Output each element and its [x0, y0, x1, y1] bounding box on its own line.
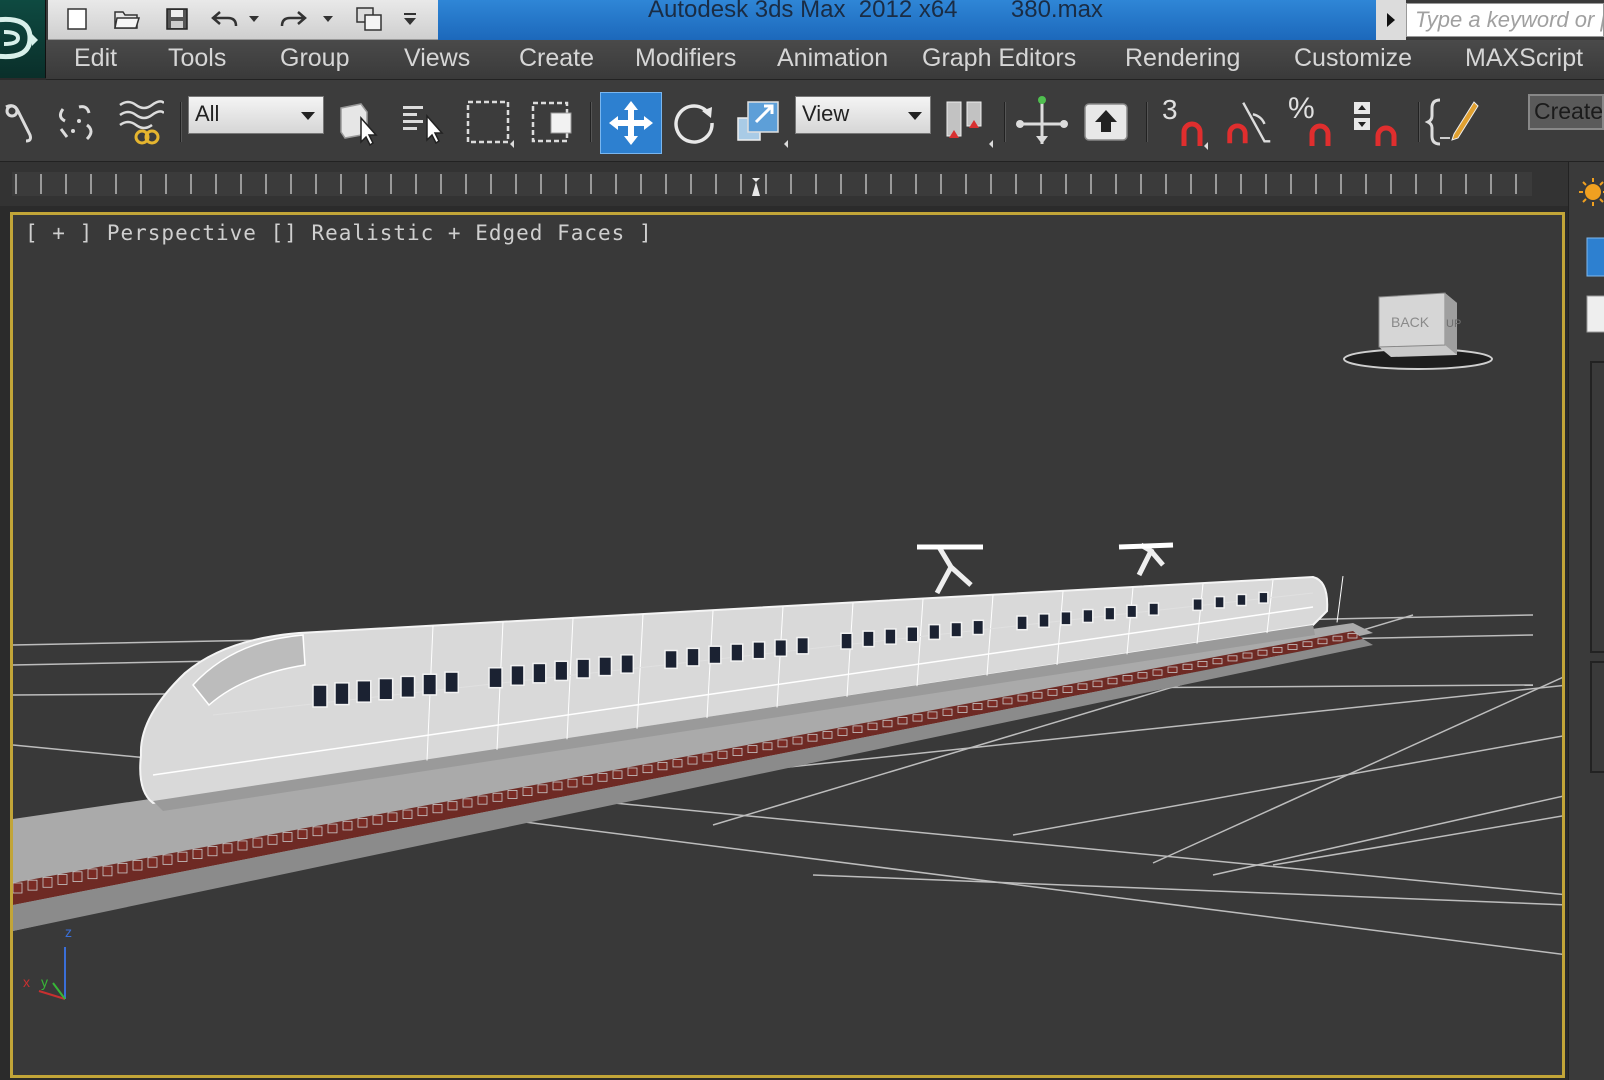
menu-views[interactable]: Views	[404, 44, 470, 73]
viewcube-up-face[interactable]: UP	[1446, 318, 1461, 330]
menu-tools[interactable]: Tools	[168, 44, 226, 73]
toolbar-separator	[1418, 102, 1420, 142]
command-panel	[1568, 162, 1604, 1080]
toolbar-separator	[180, 102, 182, 142]
create-tab[interactable]	[1586, 237, 1604, 277]
undo-dropdown-icon[interactable]	[244, 4, 264, 34]
open-folder-icon[interactable]	[112, 4, 142, 34]
axis-z-label: z	[65, 924, 72, 940]
select-object-icon[interactable]	[330, 92, 386, 152]
chevron-down-icon	[908, 112, 922, 120]
toolbar-separator	[1146, 102, 1148, 142]
menu-bar: Edit Tools Group Views Create Modifiers …	[46, 40, 1604, 80]
menu-edit[interactable]: Edit	[74, 44, 117, 73]
menu-modifiers[interactable]: Modifiers	[635, 44, 736, 73]
category-field[interactable]	[1586, 295, 1604, 333]
time-slider[interactable]	[0, 162, 1604, 206]
use-pivot-center-icon[interactable]	[940, 92, 996, 152]
new-file-icon[interactable]	[62, 4, 92, 34]
application-button[interactable]	[0, 0, 46, 78]
axis-tripod: z x y	[23, 924, 72, 1000]
rollout-panel-lower	[1590, 661, 1604, 773]
axis-x-label: x	[23, 974, 30, 990]
selection-filter-value: All	[195, 101, 220, 126]
snap-value-label: 3	[1162, 94, 1178, 125]
redo-icon[interactable]	[278, 4, 308, 34]
redo-dropdown-icon[interactable]	[318, 4, 338, 34]
select-and-scale-icon[interactable]	[734, 92, 790, 152]
search-field[interactable]	[1406, 3, 1604, 37]
quick-access-toolbar	[48, 0, 438, 40]
project-folder-icon[interactable]	[354, 4, 384, 34]
toolbar-separator	[590, 102, 592, 142]
select-and-move-icon[interactable]	[600, 92, 662, 154]
select-and-link-icon[interactable]	[0, 92, 48, 152]
undo-icon[interactable]	[210, 4, 240, 34]
select-by-name-icon[interactable]	[394, 92, 450, 152]
select-and-rotate-icon[interactable]	[666, 92, 722, 152]
viewcube-back-face[interactable]: BACK	[1391, 314, 1430, 330]
sun-icon[interactable]	[1579, 178, 1604, 206]
create-selection-set-label: Create	[1534, 98, 1604, 124]
axis-y-label: y	[41, 974, 48, 990]
main-toolbar: All View 3 % Create	[0, 80, 1604, 162]
selection-filter-dropdown[interactable]: All	[188, 96, 324, 134]
save-icon[interactable]	[162, 4, 192, 34]
angle-snap-toggle-icon[interactable]	[1222, 92, 1278, 152]
viewport-label-menu[interactable]: [ + ] Perspective [] Realistic + Edged F…	[25, 221, 653, 245]
title-bar: Autodesk 3ds Max 2012 x64 380.max	[0, 0, 1604, 40]
select-and-manipulate-icon[interactable]	[1014, 92, 1070, 152]
menu-maxscript[interactable]: MAXScript	[1465, 44, 1604, 73]
keyboard-shortcut-override-icon[interactable]	[1078, 92, 1134, 152]
window-title-area: Autodesk 3ds Max 2012 x64 380.max	[438, 0, 1376, 40]
viewport-scene[interactable]: BACK UP z x y	[13, 215, 1565, 1078]
time-ruler[interactable]	[12, 172, 1532, 196]
create-selection-set-field[interactable]: Create	[1528, 94, 1604, 130]
menu-graph-editors[interactable]: Graph Editors	[922, 44, 1076, 73]
window-title: Autodesk 3ds Max 2012 x64 380.max	[648, 0, 1103, 23]
menu-create[interactable]: Create	[519, 44, 594, 73]
reference-coordinate-value: View	[802, 101, 850, 126]
percent-snap-toggle-icon[interactable]: %	[1284, 92, 1340, 152]
spinner-snap-toggle-icon[interactable]	[1346, 92, 1402, 152]
window-crossing-icon[interactable]	[524, 92, 580, 152]
rollout-panel	[1590, 361, 1604, 653]
menu-group[interactable]: Group	[280, 44, 349, 73]
chevron-down-icon	[301, 112, 315, 120]
viewcube[interactable]: BACK UP	[1343, 292, 1493, 370]
menu-animation[interactable]: Animation	[777, 44, 888, 73]
search-input[interactable]	[1407, 4, 1603, 36]
perspective-viewport[interactable]: BACK UP z x y [ + ] Perspective [] Reali…	[10, 212, 1565, 1078]
menu-rendering[interactable]: Rendering	[1125, 44, 1240, 73]
3ds-max-logo-icon	[0, 16, 38, 60]
unlink-selection-icon[interactable]	[48, 92, 104, 152]
reference-coordinate-dropdown[interactable]: View	[795, 96, 931, 134]
info-center-arrow-icon[interactable]	[1376, 0, 1406, 40]
rectangular-selection-icon[interactable]	[460, 92, 516, 152]
menu-customize[interactable]: Customize	[1294, 44, 1412, 73]
percent-snap-label: %	[1288, 92, 1315, 125]
edit-named-selection-icon[interactable]	[1424, 92, 1480, 152]
bind-to-space-warp-icon[interactable]	[112, 92, 168, 152]
customize-dropdown-icon[interactable]	[398, 4, 422, 34]
snaps-toggle-icon[interactable]: 3	[1156, 92, 1212, 152]
toolbar-separator	[1004, 102, 1006, 142]
